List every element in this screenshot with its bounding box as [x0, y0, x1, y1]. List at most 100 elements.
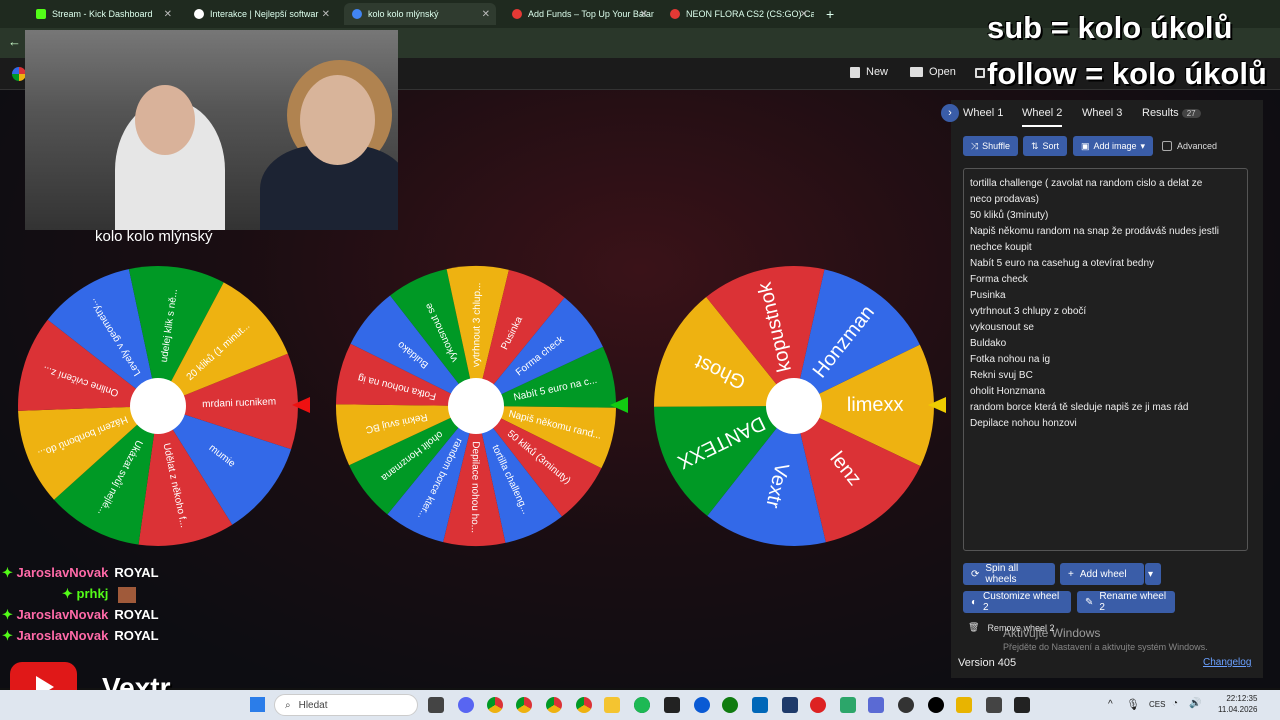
taskview-icon[interactable]: [428, 697, 444, 713]
tab-wheel-1[interactable]: Wheel 1: [963, 107, 1003, 119]
kick-badge-icon: ✦: [2, 565, 13, 580]
spin-all-label: Spin all wheels: [985, 563, 1019, 585]
entry-line: vytrhnout 3 chlupy z obočí: [970, 306, 1087, 317]
app-icon[interactable]: [782, 697, 798, 713]
advanced-checkbox[interactable]: Advanced: [1162, 141, 1217, 151]
sort-icon: ⇅: [1030, 140, 1039, 151]
add-wheel-button[interactable]: + Add wheel: [1060, 563, 1144, 585]
chat-message: ✦ prhkj: [62, 586, 136, 603]
collapse-panel-icon[interactable]: ›: [941, 104, 959, 122]
chat-role: ROYAL: [114, 628, 159, 643]
entry-line: neco prodavas): [970, 194, 1039, 205]
file-explorer-icon[interactable]: [604, 697, 620, 713]
clock-date: 11.04.2026: [1218, 705, 1258, 714]
windows-activation-title: Aktivujte Windows: [1003, 626, 1101, 640]
wifi-icon[interactable]: ◔: [1172, 698, 1178, 709]
add-wheel-label: Add wheel: [1079, 568, 1127, 580]
entry-line: Buldako: [970, 338, 1007, 349]
app-icon[interactable]: [898, 697, 914, 713]
app-icon[interactable]: [1014, 697, 1030, 713]
chat-user: JaroslavNovak: [16, 607, 109, 622]
add-wheel-dropdown[interactable]: ▾: [1145, 563, 1161, 585]
chrome-icon[interactable]: [576, 697, 592, 713]
volume-icon[interactable]: 🔊: [1189, 698, 1201, 709]
rename-label: Rename wheel 2: [1099, 591, 1167, 613]
clock-time: 22:12:35: [1226, 694, 1258, 703]
image-icon: ▣: [1080, 140, 1090, 151]
chat-message: ✦ JaroslavNovak ROYAL: [2, 607, 159, 623]
chat-role: ROYAL: [114, 565, 159, 580]
checkbox-icon: [1162, 141, 1172, 151]
entry-line: 50 kliků (3minuty): [970, 210, 1049, 221]
app-icon[interactable]: [810, 697, 826, 713]
chat-user: JaroslavNovak: [16, 628, 109, 643]
entry-line: tortilla challenge ( zavolat na random c…: [970, 178, 1203, 189]
chat-message: ✦ JaroslavNovak ROYAL: [2, 565, 159, 581]
app-icon[interactable]: [752, 697, 768, 713]
trash-icon: 🗑: [968, 622, 980, 632]
tab-wheel-2[interactable]: Wheel 2: [1022, 107, 1063, 127]
entry-line: Fotka nohou na ig: [970, 354, 1051, 365]
overlay-follow-text: follow = kolo úkolů: [987, 56, 1267, 91]
chrome-icon[interactable]: [487, 697, 503, 713]
windows-start-icon[interactable]: [250, 697, 265, 712]
changelog-link[interactable]: Changelog: [1203, 657, 1251, 668]
refresh-icon: ⟳: [971, 568, 980, 580]
wheel-2-segment-label: Depilace nohou ho...: [469, 441, 481, 533]
wheel1-pointer-icon: [292, 397, 310, 413]
tray-chevron-icon[interactable]: ^: [1108, 699, 1113, 710]
sort-label: Sort: [1042, 141, 1060, 151]
chrome-icon[interactable]: [516, 697, 532, 713]
app-icon[interactable]: [868, 697, 884, 713]
avatar: [117, 586, 136, 603]
entry-line: Rekni svuj BC: [970, 370, 1033, 381]
entry-line: random borce která tě sleduje napiš ze j…: [970, 402, 1189, 413]
entries-textarea[interactable]: tortilla challenge ( zavolat na random c…: [963, 168, 1248, 551]
taskbar-clock[interactable]: 22:12:35 11.04.2026: [1218, 693, 1257, 715]
language-indicator[interactable]: CES: [1149, 700, 1165, 709]
chevron-down-icon: ▾: [1148, 568, 1154, 580]
app-icon[interactable]: [956, 697, 972, 713]
wheel-2-hub[interactable]: [448, 378, 504, 434]
results-label: Results: [1142, 107, 1179, 119]
customize-wheel-button[interactable]: ◐ Customize wheel 2: [963, 591, 1071, 613]
app-icon[interactable]: [928, 697, 944, 713]
add-image-button[interactable]: ▣ Add image ▾: [1073, 136, 1153, 156]
wheel3-pointer-icon: [928, 397, 946, 413]
chat-user: JaroslavNovak: [16, 565, 109, 580]
app-icon[interactable]: [986, 697, 1002, 713]
app-icon[interactable]: [694, 697, 710, 713]
sort-button[interactable]: ⇅ Sort: [1023, 136, 1067, 156]
windows-activation-subtitle: Přejděte do Nastavení a aktivujte systém…: [1003, 642, 1208, 652]
chrome-icon[interactable]: [546, 697, 562, 713]
wheel-3-hub[interactable]: [766, 378, 822, 434]
shuffle-label: Shuffle: [982, 141, 1011, 151]
advanced-label: Advanced: [1177, 141, 1218, 151]
entry-line: vykousnout se: [970, 322, 1034, 333]
microphone-icon[interactable]: 🎙: [1126, 698, 1140, 711]
tab-wheel-3[interactable]: Wheel 3: [1082, 107, 1122, 119]
app-icon[interactable]: [664, 697, 680, 713]
wheel-1-hub[interactable]: [130, 378, 186, 434]
entry-line: oholit Honzmana: [970, 386, 1046, 397]
wheel-2-segment-label: vytrhnout 3 chlup...: [471, 282, 483, 367]
app-icon[interactable]: [840, 697, 856, 713]
entry-line: Pusinka: [970, 290, 1006, 301]
add-image-label: Add image: [1093, 141, 1137, 151]
spotify-icon[interactable]: [634, 697, 650, 713]
chat-message: ✦ JaroslavNovak ROYAL: [2, 628, 159, 644]
xbox-icon[interactable]: [722, 697, 738, 713]
taskbar-search-input[interactable]: ⌕ Hledat: [274, 694, 418, 716]
chat-role: ROYAL: [114, 607, 159, 622]
tab-results[interactable]: Results 27: [1142, 107, 1201, 119]
entry-line: Napiš někomu random na snap že prodáváš …: [970, 226, 1220, 237]
shuffle-icon: ⤨: [970, 140, 979, 151]
shuffle-button[interactable]: ⤨ Shuffle: [963, 136, 1018, 156]
kick-badge-icon: ✦: [2, 607, 13, 622]
search-icon: ⌕: [285, 699, 291, 711]
rename-wheel-button[interactable]: ✎ Rename wheel 2: [1077, 591, 1175, 613]
discord-icon[interactable]: [458, 697, 474, 713]
entry-line: Depilace nohou honzovi: [970, 418, 1077, 429]
chat-user: prhkj: [76, 586, 109, 601]
spin-all-button[interactable]: ⟳ Spin all wheels: [963, 563, 1055, 585]
